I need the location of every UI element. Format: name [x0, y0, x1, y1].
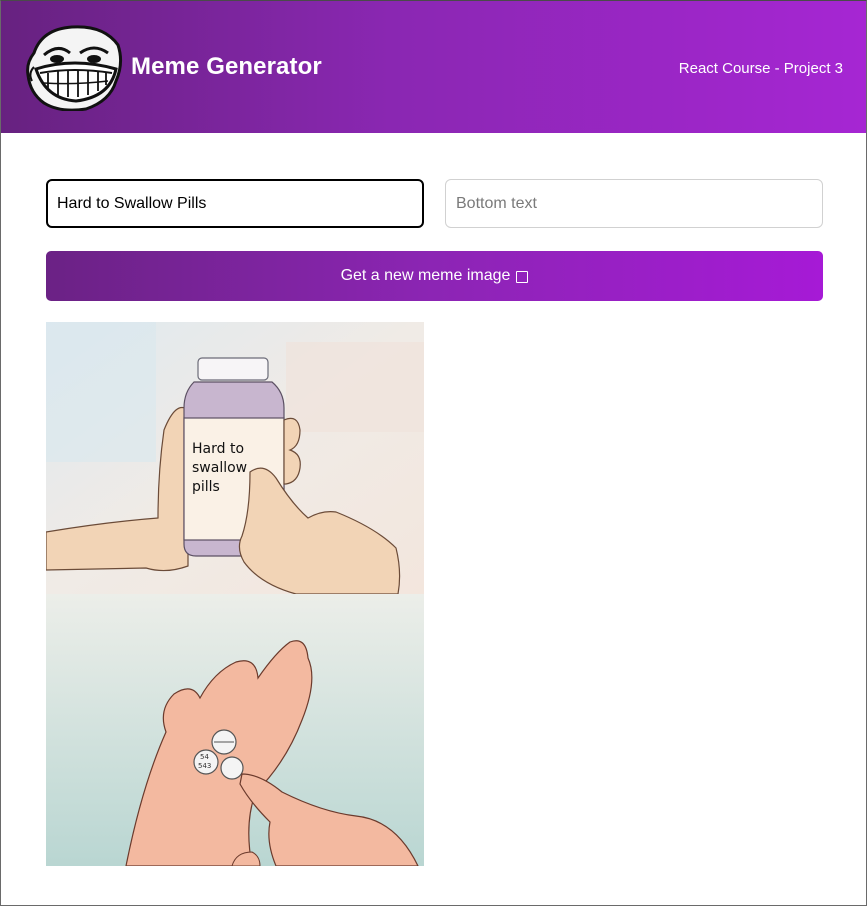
- course-label: React Course - Project 3: [678, 60, 843, 77]
- troll-face-icon: [26, 25, 123, 111]
- app-header: Meme Generator React Course - Project 3: [1, 1, 866, 133]
- pill-imprint-2: 543: [198, 762, 211, 770]
- pill-imprint-1: 54: [200, 753, 209, 761]
- bottle-label-line-3: pills: [192, 479, 220, 495]
- app-title: Meme Generator: [131, 53, 322, 80]
- top-text-input[interactable]: [46, 179, 424, 228]
- meme-image: Hard to swallow pills 54 543: [46, 322, 424, 866]
- framed-picture-icon: [516, 270, 529, 283]
- new-meme-image-button[interactable]: Get a new meme image: [46, 251, 823, 301]
- app-window: Meme Generator React Course - Project 3 …: [0, 0, 867, 906]
- bottom-text-input[interactable]: [445, 179, 823, 228]
- bottle-label-line-1: Hard to: [192, 441, 244, 457]
- bottle-label-line-2: swallow: [192, 460, 247, 476]
- new-meme-button-label: Get a new meme image: [340, 267, 511, 284]
